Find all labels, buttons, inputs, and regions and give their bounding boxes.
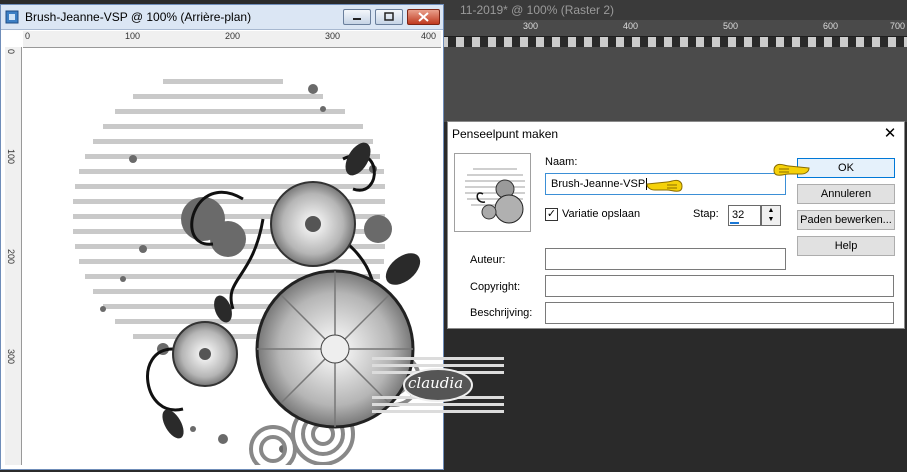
image-window-titlebar[interactable]: Brush-Jeanne-VSP @ 100% (Arrière-plan) bbox=[1, 5, 443, 30]
bg-ruler-label: 600 bbox=[823, 21, 839, 31]
background-window-title: 11-2019* @ 100% (Raster 2) bbox=[440, 0, 907, 20]
watermark-logo: claudia bbox=[372, 355, 504, 415]
copyright-label: Copyright: bbox=[470, 281, 521, 293]
image-ruler-horizontal: 0 100 200 300 400 bbox=[23, 31, 441, 48]
brush-preview bbox=[454, 153, 531, 232]
ruler-label: 300 bbox=[6, 349, 16, 365]
description-input[interactable] bbox=[545, 302, 894, 324]
image-ruler-vertical: 0 100 200 300 bbox=[5, 47, 22, 465]
step-input-value: 32 bbox=[732, 209, 745, 221]
ruler-label: 0 bbox=[25, 31, 31, 41]
transparency-checker-strip bbox=[440, 37, 907, 47]
author-input[interactable] bbox=[545, 248, 786, 270]
step-label: Stap: bbox=[693, 208, 719, 220]
cancel-button[interactable]: Annuleren bbox=[797, 184, 895, 204]
author-label: Auteur: bbox=[470, 254, 506, 266]
ruler-label: 0 bbox=[6, 49, 16, 55]
hand-pointer-icon bbox=[646, 179, 683, 192]
close-button[interactable] bbox=[407, 9, 440, 25]
hand-pointer-icon bbox=[773, 163, 810, 176]
psp-doc-icon bbox=[5, 10, 19, 24]
bg-ruler-label: 500 bbox=[723, 21, 739, 31]
ruler-label: 300 bbox=[325, 31, 341, 41]
bg-ruler-label: 300 bbox=[523, 21, 539, 31]
flower-small-top bbox=[270, 181, 356, 267]
step-slider-fill bbox=[730, 222, 739, 224]
background-layer-area bbox=[444, 47, 907, 122]
ruler-label: 400 bbox=[421, 31, 437, 41]
create-brush-tip-dialog[interactable]: Penseelpunt maken ✕ Naam: Brush-Jeanne-V… bbox=[447, 121, 905, 329]
bg-ruler-label: 700 bbox=[890, 21, 906, 31]
step-spinner[interactable]: ▲ ▼ bbox=[761, 205, 781, 226]
background-ruler: 300 400 500 600 700 bbox=[440, 20, 907, 37]
ruler-label: 200 bbox=[6, 249, 16, 265]
description-label: Beschrijving: bbox=[470, 307, 533, 319]
ruler-label: 100 bbox=[6, 149, 16, 165]
name-input-value: Brush-Jeanne-VSP bbox=[551, 178, 646, 190]
maximize-icon bbox=[384, 12, 394, 21]
copyright-input[interactable] bbox=[545, 275, 894, 297]
bg-ruler-label: 400 bbox=[623, 21, 639, 31]
ok-button[interactable]: OK bbox=[797, 158, 895, 178]
save-variation-label: Variatie opslaan bbox=[562, 208, 641, 220]
ruler-label: 100 bbox=[125, 31, 141, 41]
spin-down-icon[interactable]: ▼ bbox=[762, 215, 780, 224]
flower-small-left bbox=[172, 321, 238, 387]
dialog-title: Penseelpunt maken bbox=[452, 127, 559, 141]
name-label: Naam: bbox=[545, 156, 578, 168]
step-input[interactable]: 32 bbox=[728, 205, 761, 226]
watermark-text: claudia bbox=[408, 374, 464, 392]
ruler-label: 200 bbox=[225, 31, 241, 41]
minimize-icon bbox=[353, 18, 361, 20]
checkbox-check-icon: ✓ bbox=[546, 208, 557, 220]
image-window-title: Brush-Jeanne-VSP @ 100% (Arrière-plan) bbox=[25, 10, 252, 24]
save-variation-checkbox[interactable]: ✓ bbox=[545, 208, 558, 221]
close-icon bbox=[418, 12, 429, 22]
dialog-close-icon[interactable]: ✕ bbox=[882, 126, 898, 142]
maximize-button[interactable] bbox=[375, 9, 403, 25]
minimize-button[interactable] bbox=[343, 9, 371, 25]
edit-paths-button[interactable]: Paden bewerken... bbox=[797, 210, 895, 230]
help-button[interactable]: Help bbox=[797, 236, 895, 256]
spin-up-icon[interactable]: ▲ bbox=[762, 206, 780, 215]
